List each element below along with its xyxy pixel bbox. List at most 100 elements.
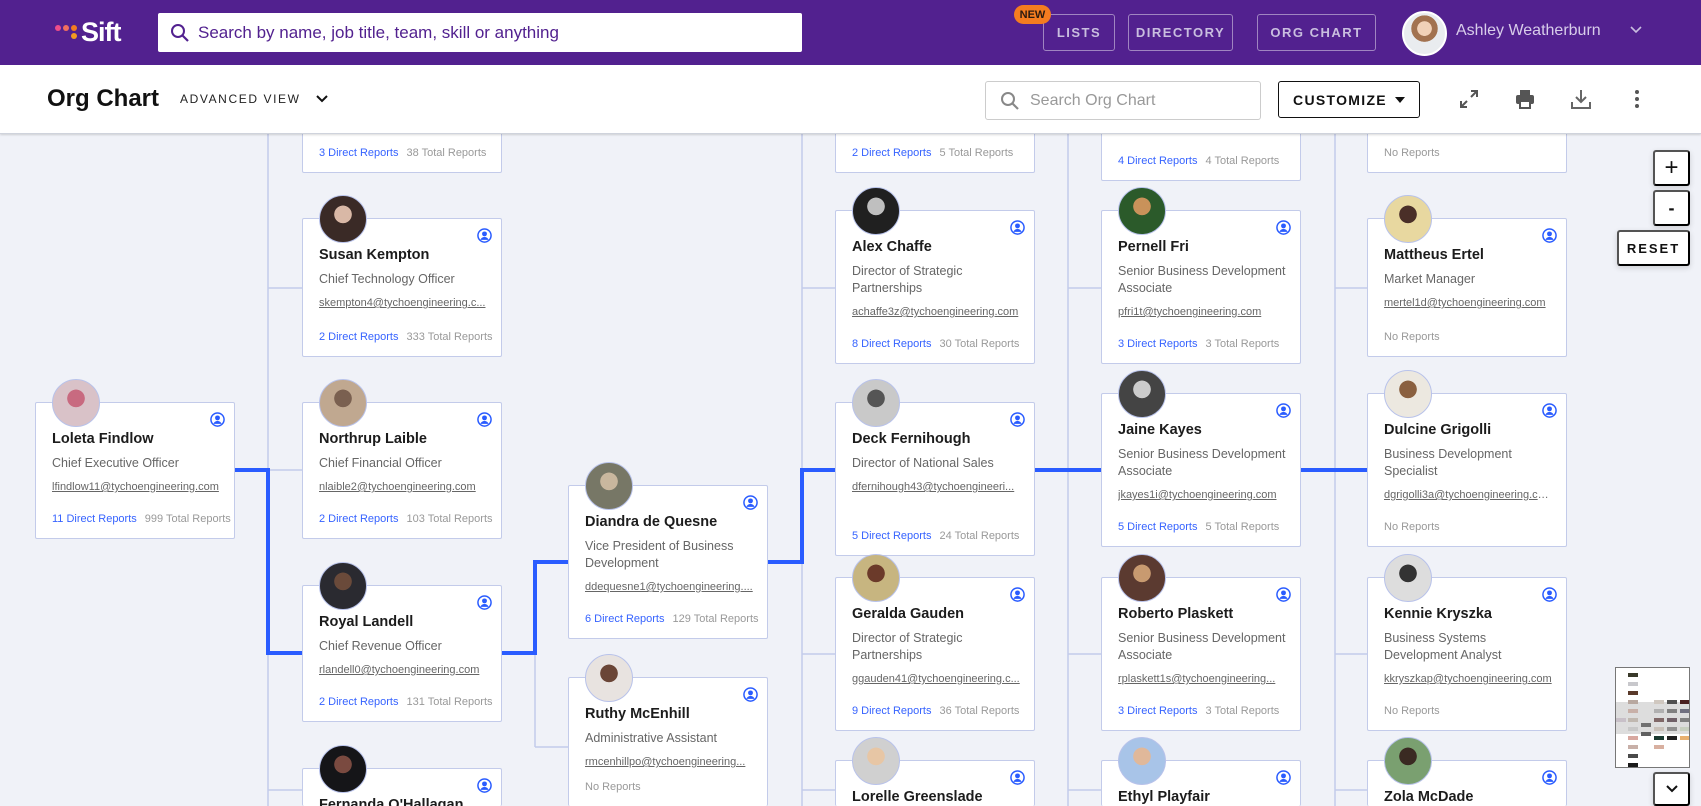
profile-icon[interactable]	[1010, 770, 1025, 785]
profile-icon[interactable]	[1542, 228, 1557, 243]
direct-reports-link[interactable]: 3 Direct Reports	[319, 147, 398, 159]
employee-card[interactable]: Ethyl Playfair	[1101, 737, 1301, 806]
nav-org-chart-button[interactable]: ORG CHART	[1257, 14, 1376, 51]
profile-icon[interactable]	[1542, 770, 1557, 785]
employee-card[interactable]: Deck Fernihough Director of National Sale…	[835, 379, 1035, 556]
employee-card[interactable]: 3 Direct Reports 38 Total Reports	[302, 134, 502, 173]
direct-reports-link[interactable]: 2 Direct Reports	[319, 331, 398, 343]
employee-card[interactable]: Roberto Plaskett Senior Business Developm…	[1101, 554, 1301, 731]
employee-email[interactable]: dgrigolli3a@tychoengineering.com	[1384, 489, 1552, 501]
employee-name[interactable]: Pernell Fri	[1118, 239, 1189, 255]
employee-avatar[interactable]	[1118, 370, 1166, 418]
employee-name[interactable]: Geralda Gauden	[852, 606, 964, 622]
profile-icon[interactable]	[1010, 587, 1025, 602]
employee-avatar[interactable]	[52, 379, 100, 427]
direct-reports-link[interactable]: 3 Direct Reports	[1118, 338, 1197, 350]
employee-avatar[interactable]	[1118, 737, 1166, 785]
zoom-in-button[interactable]: +	[1653, 150, 1690, 186]
employee-name[interactable]: Deck Fernihough	[852, 431, 970, 447]
employee-card[interactable]: Lorelle Greenslade	[835, 737, 1035, 806]
employee-name[interactable]: Royal Landell	[319, 614, 413, 630]
employee-email[interactable]: rlandell0@tychoengineering.com	[319, 664, 487, 676]
employee-name[interactable]: Roberto Plaskett	[1118, 606, 1233, 622]
employee-avatar[interactable]	[852, 554, 900, 602]
employee-card[interactable]: Loleta Findlow Chief Executive Officer lfi…	[35, 379, 235, 539]
direct-reports-link[interactable]: 4 Direct Reports	[1118, 155, 1197, 167]
profile-icon[interactable]	[1276, 403, 1291, 418]
sift-logo[interactable]: Sift	[55, 14, 121, 50]
employee-email[interactable]: rmcenhillpo@tychoengineering...	[585, 756, 753, 768]
employee-avatar[interactable]	[1384, 737, 1432, 785]
direct-reports-link[interactable]: 8 Direct Reports	[852, 338, 931, 350]
direct-reports-link[interactable]: 2 Direct Reports	[319, 513, 398, 525]
employee-avatar[interactable]	[319, 562, 367, 610]
employee-avatar[interactable]	[852, 737, 900, 785]
org-chart-search-input[interactable]	[1030, 91, 1250, 110]
employee-avatar[interactable]	[1384, 370, 1432, 418]
nav-directory-button[interactable]: DIRECTORY	[1128, 14, 1233, 51]
direct-reports-link[interactable]: 2 Direct Reports	[319, 696, 398, 708]
direct-reports-link[interactable]: 11 Direct Reports	[52, 513, 137, 525]
employee-email[interactable]: ggauden41@tychoengineering.c...	[852, 673, 1020, 685]
employee-avatar[interactable]	[319, 195, 367, 243]
employee-email[interactable]: lfindlow11@tychoengineering.com	[52, 481, 220, 493]
employee-name[interactable]: Loleta Findlow	[52, 431, 154, 447]
minimap-toggle-button[interactable]	[1653, 772, 1690, 806]
direct-reports-link[interactable]: 5 Direct Reports	[852, 530, 931, 542]
profile-icon[interactable]	[477, 412, 492, 427]
employee-avatar[interactable]	[1118, 187, 1166, 235]
employee-email[interactable]: ddequesne1@tychoengineering....	[585, 581, 753, 593]
profile-icon[interactable]	[1276, 770, 1291, 785]
profile-icon[interactable]	[477, 228, 492, 243]
more-options-button[interactable]	[1621, 83, 1653, 115]
reset-zoom-button[interactable]: RESET	[1617, 230, 1690, 266]
employee-card[interactable]: 4 Direct Reports 4 Total Reports	[1101, 134, 1301, 181]
direct-reports-link[interactable]: 5 Direct Reports	[1118, 521, 1197, 533]
profile-icon[interactable]	[477, 595, 492, 610]
employee-avatar[interactable]	[585, 462, 633, 510]
profile-icon[interactable]	[1542, 587, 1557, 602]
employee-card[interactable]: Alex Chaffe Director of Strategic Partner…	[835, 187, 1035, 364]
employee-card[interactable]: Pernell Fri Senior Business Development A…	[1101, 187, 1301, 364]
employee-name[interactable]: Dulcine Grigolli	[1384, 422, 1491, 438]
employee-card[interactable]: Royal Landell Chief Revenue Officer rlande…	[302, 562, 502, 722]
employee-avatar[interactable]	[852, 187, 900, 235]
employee-card[interactable]: Jaine Kayes Senior Business Development A…	[1101, 370, 1301, 547]
profile-icon[interactable]	[743, 687, 758, 702]
employee-avatar[interactable]	[1384, 554, 1432, 602]
employee-email[interactable]: rplaskett1s@tychoengineering...	[1118, 673, 1286, 685]
employee-email[interactable]: skempton4@tychoengineering.c...	[319, 297, 487, 309]
profile-icon[interactable]	[210, 412, 225, 427]
direct-reports-link[interactable]: 2 Direct Reports	[852, 147, 931, 159]
employee-card[interactable]: Zola McDade	[1367, 737, 1567, 806]
employee-avatar[interactable]	[585, 654, 633, 702]
employee-card[interactable]: No Reports	[1367, 134, 1567, 173]
chevron-down-icon[interactable]	[1628, 22, 1644, 38]
employee-card[interactable]: Northrup Laible Chief Financial Officer nl…	[302, 379, 502, 539]
employee-avatar[interactable]	[1384, 195, 1432, 243]
global-search[interactable]	[158, 13, 802, 52]
employee-name[interactable]: Diandra de Quesne	[585, 514, 717, 530]
user-name[interactable]: Ashley Weatherburn	[1456, 22, 1601, 40]
org-chart-search[interactable]	[985, 81, 1261, 120]
download-button[interactable]	[1565, 83, 1597, 115]
employee-email[interactable]: dfernihough43@tychoengineeri...	[852, 481, 1020, 493]
employee-name[interactable]: Jaine Kayes	[1118, 422, 1202, 438]
employee-email[interactable]: nlaible2@tychoengineering.com	[319, 481, 487, 493]
profile-icon[interactable]	[1010, 220, 1025, 235]
employee-email[interactable]: kkryszkap@tychoengineering.com	[1384, 673, 1552, 685]
employee-avatar[interactable]	[319, 745, 367, 793]
employee-email[interactable]: achaffe3z@tychoengineering.com	[852, 306, 1020, 318]
profile-icon[interactable]	[1276, 587, 1291, 602]
employee-name[interactable]: Northrup Laible	[319, 431, 427, 447]
org-chart-canvas[interactable]: Loleta Findlow Chief Executive Officer lfi…	[0, 134, 1701, 806]
minimap[interactable]	[1615, 667, 1690, 768]
global-search-input[interactable]	[198, 22, 758, 43]
employee-card[interactable]: Kennie Kryszka Business Systems Developme…	[1367, 554, 1567, 731]
user-avatar[interactable]	[1402, 11, 1447, 56]
nav-lists-button[interactable]: LISTS	[1043, 14, 1115, 51]
employee-card[interactable]: Fernanda O'Hallagan	[302, 745, 502, 806]
profile-icon[interactable]	[1276, 220, 1291, 235]
employee-avatar[interactable]	[319, 379, 367, 427]
employee-card[interactable]: Mattheus Ertel Market Manager mertel1d@tyc…	[1367, 195, 1567, 357]
